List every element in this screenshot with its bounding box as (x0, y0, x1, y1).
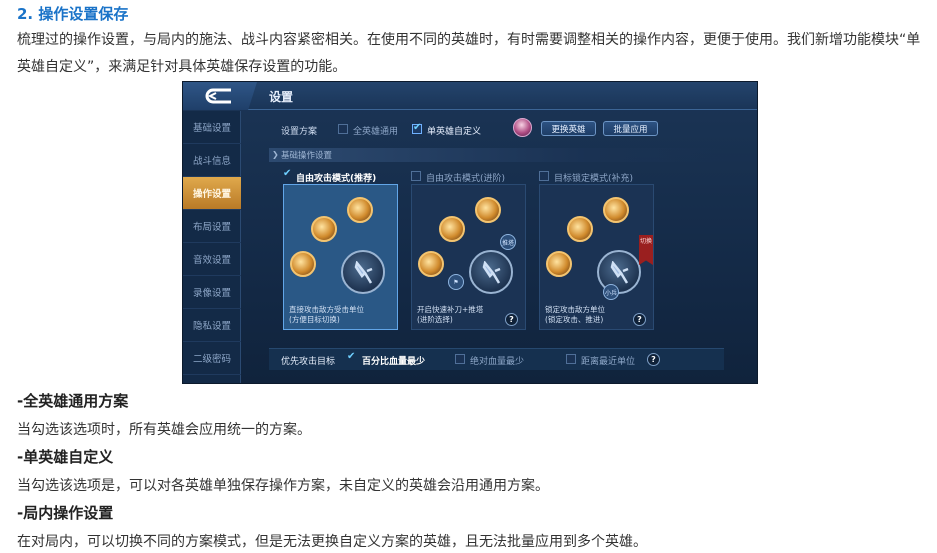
game-settings-screenshot: 设置 基础设置 战斗信息 操作设置 布局设置 音效设置 录像设置 隐私设置 二级… (182, 81, 758, 384)
back-button[interactable] (183, 82, 257, 110)
top-bar: 设置 (183, 82, 757, 110)
mode2-desc: 开启快速补刀+推塔 (进阶选择) (417, 305, 484, 324)
all-heroes-checkbox[interactable] (338, 124, 348, 134)
last-hit-icon: ⚑ (448, 274, 464, 290)
mode2-title[interactable]: 自由攻击模式(进阶) (426, 171, 505, 184)
minion-icon: 小兵 (603, 284, 619, 300)
sidebar-item-basic[interactable]: 基础设置 (183, 111, 241, 144)
section-all-heroes-text: 当勾选该选项时，所有英雄会应用统一的方案。 (17, 422, 311, 438)
tower-icon: 推塔 (500, 234, 516, 250)
basic-operation-section: ❯ 基础操作设置 (269, 148, 724, 162)
skill2-icon (439, 216, 465, 242)
skill1-icon (418, 251, 444, 277)
sidebar-item-privacy[interactable]: 隐私设置 (183, 309, 241, 342)
attack-button-icon (469, 250, 513, 294)
mode1-checkbox[interactable] (283, 168, 293, 181)
lowest-percent-hp-label: 百分比血量最少 (362, 357, 426, 367)
attack-button-icon (341, 250, 385, 294)
lowest-percent-hp-checkbox[interactable] (347, 351, 357, 364)
skill3-icon (603, 197, 629, 223)
section-title: 基础操作设置 (281, 151, 333, 161)
section-single-hero-text: 当勾选该选项是，可以对各英雄单独保存操作方案，未自定义的英雄会沿用通用方案。 (17, 478, 549, 494)
section-in-match-title: -局内操作设置 (17, 504, 114, 522)
skill3-icon (347, 197, 373, 223)
change-hero-button[interactable]: 更换英雄 (541, 121, 596, 136)
sidebar-item-recording[interactable]: 录像设置 (183, 276, 241, 309)
mode3-title[interactable]: 目标锁定模式(补充) (554, 171, 633, 184)
mode3-card[interactable]: 小兵 切换 锁定攻击敌方单位 (锁定攻击、推进) ? (539, 184, 654, 330)
sidebar-item-battle-info[interactable]: 战斗信息 (183, 144, 241, 177)
priority-target-bar: 优先攻击目标 百分比血量最少 绝对血量最少 距离最近单位 ? (269, 348, 724, 370)
mode2-checkbox[interactable] (411, 171, 421, 181)
mode3-desc: 锁定攻击敌方单位 (锁定攻击、推进) (545, 305, 605, 324)
plan-label: 设置方案 (281, 127, 318, 137)
help-icon[interactable]: ? (633, 313, 646, 326)
article-heading: 2. 操作设置保存 (17, 5, 129, 23)
help-icon[interactable]: ? (647, 353, 660, 366)
section-single-hero-title: -单英雄自定义 (17, 448, 114, 466)
hero-avatar[interactable] (513, 118, 532, 137)
help-icon[interactable]: ? (505, 313, 518, 326)
sidebar-item-password[interactable]: 二级密码 (183, 342, 241, 375)
settings-sidebar: 基础设置 战斗信息 操作设置 布局设置 音效设置 录像设置 隐私设置 二级密码 (183, 111, 241, 383)
mode2-card[interactable]: 推塔 ⚑ 开启快速补刀+推塔 (进阶选择) ? (411, 184, 526, 330)
single-hero-checkbox[interactable] (412, 122, 422, 134)
mode1-card[interactable]: 直接攻击敌方受击单位 (方便目标切换) (283, 184, 398, 330)
sword-icon (482, 261, 501, 284)
back-arrow-icon (205, 88, 231, 104)
skill3-icon (475, 197, 501, 223)
article-intro: 梳理过的操作设置，与局内的施法、战斗内容紧密相关。在使用不同的英雄时，有时需要调… (17, 32, 921, 75)
mode1-title[interactable]: 自由攻击模式(推荐) (296, 171, 376, 184)
skill1-icon (290, 251, 316, 277)
switch-tag: 切换 (639, 235, 653, 265)
single-hero-label: 单英雄自定义 (427, 127, 482, 137)
all-heroes-label: 全英雄通用 (353, 127, 399, 137)
nearest-unit-checkbox[interactable] (566, 354, 576, 364)
skill1-icon (546, 251, 572, 277)
sidebar-item-sound[interactable]: 音效设置 (183, 243, 241, 276)
sword-icon (354, 261, 373, 284)
lowest-absolute-hp-label: 绝对血量最少 (470, 357, 525, 367)
batch-apply-button[interactable]: 批量应用 (603, 121, 658, 136)
sword-icon (610, 261, 629, 284)
mode3-checkbox[interactable] (539, 171, 549, 181)
chevron-right-icon: ❯ (272, 150, 279, 159)
settings-title: 设置 (269, 90, 294, 104)
mode1-desc: 直接攻击敌方受击单位 (方便目标切换) (289, 305, 364, 324)
nearest-unit-label: 距离最近单位 (581, 357, 636, 367)
skill2-icon (567, 216, 593, 242)
section-all-heroes-title: -全英雄通用方案 (17, 392, 129, 410)
sidebar-item-operation[interactable]: 操作设置 (183, 177, 241, 210)
sidebar-item-layout[interactable]: 布局设置 (183, 210, 241, 243)
lowest-absolute-hp-checkbox[interactable] (455, 354, 465, 364)
priority-label: 优先攻击目标 (281, 357, 336, 367)
section-in-match-text: 在对局内，可以切换不同的方案模式，但是无法更换自定义方案的英雄，且无法批量应用到… (17, 534, 647, 550)
skill2-icon (311, 216, 337, 242)
